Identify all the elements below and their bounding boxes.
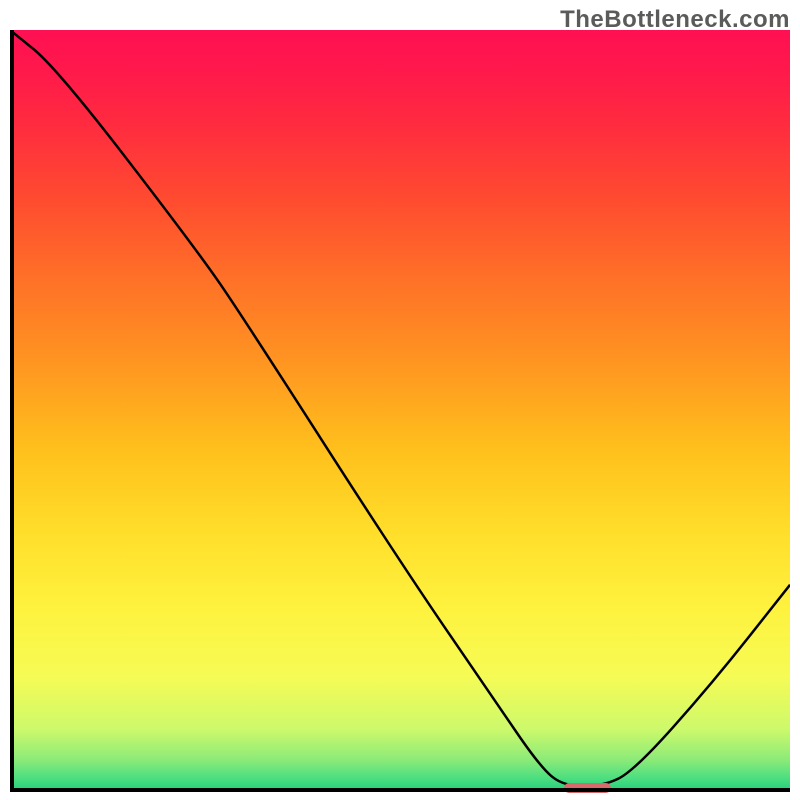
watermark-text: TheBottleneck.com [560, 6, 790, 34]
bottleneck-chart: TheBottleneck.com [0, 0, 800, 800]
y-axis-line [10, 30, 14, 790]
x-axis-line [10, 788, 790, 792]
heat-gradient-background [10, 30, 790, 790]
